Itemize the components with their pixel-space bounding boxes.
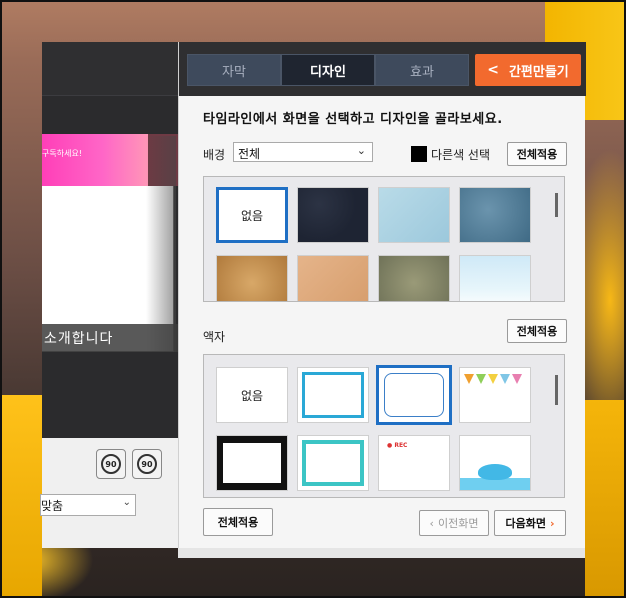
frame-cyan-border	[302, 372, 364, 418]
background-yellow-object	[0, 395, 42, 598]
footer-apply-all-button[interactable]: 전체적용	[203, 508, 273, 536]
tab-design[interactable]: 디자인	[281, 54, 375, 86]
frame-thumb[interactable]: ● REC	[378, 435, 450, 491]
bunting-flag	[512, 374, 522, 384]
rotate-right-button[interactable]: 90	[132, 449, 162, 479]
tab-bar: 자막 디자인 효과 < 간편만들기	[179, 42, 586, 96]
instruction-text: 타임라인에서 화면을 선택하고 디자인을 골라보세요.	[203, 112, 503, 127]
frame-apply-all-button[interactable]: 전체적용	[507, 319, 567, 343]
bunting-flag	[464, 374, 474, 384]
editor-left-panel: 구독하세요! 소개합니다 90 90 맞춤 ⌄	[40, 42, 178, 548]
frame-thumb[interactable]	[459, 367, 531, 423]
preview-caption: 소개합니다	[42, 324, 178, 352]
next-screen-button[interactable]: 다음화면 ›	[494, 510, 566, 536]
background-gallery-scrollbar[interactable]	[555, 193, 558, 217]
whale-icon	[478, 464, 512, 480]
preview-edge-shadow	[146, 136, 176, 352]
fit-mode-value: 맞춤	[41, 499, 64, 513]
background-thumb[interactable]	[378, 187, 450, 243]
design-panel: 자막 디자인 효과 < 간편만들기 타임라인에서 화면을 선택하고 디자인을 골…	[178, 42, 586, 548]
prev-screen-label: 이전화면	[437, 517, 479, 530]
bottom-toolbar-strip	[178, 548, 585, 558]
rotate-left-button[interactable]: 90	[96, 449, 126, 479]
prev-screen-button[interactable]: ‹ 이전화면	[419, 510, 489, 536]
background-label: 배경	[203, 148, 226, 162]
background-yellow-object	[585, 400, 626, 598]
tab-effects[interactable]: 효과	[375, 54, 469, 86]
rotate-right-icon: 90	[137, 454, 157, 474]
background-gallery: 없음	[203, 176, 565, 302]
preview-banner-text: 구독하세요!	[42, 149, 83, 158]
easy-create-label: 간편만들기	[508, 64, 569, 80]
frame-thumb[interactable]	[459, 435, 531, 491]
next-screen-label: 다음화면	[505, 517, 546, 530]
chevron-left-icon: <	[487, 62, 499, 78]
frame-none-label: 없음	[240, 388, 264, 403]
bunting-flag	[488, 374, 498, 384]
easy-create-button[interactable]: < 간편만들기	[475, 54, 581, 86]
frame-rounded-border	[384, 373, 444, 417]
frame-gallery-scrollbar[interactable]	[555, 375, 558, 405]
frame-label: 액자	[203, 330, 226, 344]
chevron-right-icon: ›	[549, 516, 555, 530]
background-thumb[interactable]	[297, 255, 369, 301]
background-none-label: 없음	[240, 208, 264, 223]
frame-thumb[interactable]	[297, 367, 369, 423]
background-thumb[interactable]	[297, 187, 369, 243]
background-filter-select[interactable]: 전체 ⌄	[233, 142, 373, 162]
other-color-swatch[interactable]	[411, 146, 427, 162]
editor-top-bar	[42, 42, 178, 96]
background-apply-all-button[interactable]: 전체적용	[507, 142, 567, 166]
frame-thumb[interactable]	[216, 435, 288, 491]
filmstrip-frame	[217, 436, 287, 490]
bunting-flag	[500, 374, 510, 384]
frame-thumb[interactable]	[297, 435, 369, 491]
frame-gallery: 없음 ● REC	[203, 354, 565, 498]
background-thumb[interactable]	[459, 187, 531, 243]
background-thumb-none[interactable]: 없음	[216, 187, 288, 243]
chevron-left-icon: ‹	[429, 516, 434, 530]
fit-mode-select[interactable]: 맞춤 ⌄	[40, 494, 136, 516]
chevron-down-icon: ⌄	[122, 497, 131, 508]
rec-label: ● REC	[387, 442, 408, 449]
frame-thumb-selected[interactable]	[376, 365, 452, 425]
other-color-label[interactable]: 다른색 선택	[431, 146, 490, 163]
frame-teal-border	[302, 440, 364, 486]
bunting-flag	[476, 374, 486, 384]
rotate-left-icon: 90	[101, 454, 121, 474]
background-thumb[interactable]	[459, 255, 531, 301]
preview-banner: 구독하세요!	[42, 134, 152, 186]
tab-subtitle[interactable]: 자막	[187, 54, 281, 86]
preview-caption-text: 소개합니다	[44, 331, 114, 347]
frame-thumb-none[interactable]: 없음	[216, 367, 288, 423]
background-thumb[interactable]	[216, 255, 288, 301]
background-thumb[interactable]	[378, 255, 450, 301]
background-filter-value: 전체	[238, 147, 261, 161]
chevron-down-icon: ⌄	[356, 144, 366, 157]
